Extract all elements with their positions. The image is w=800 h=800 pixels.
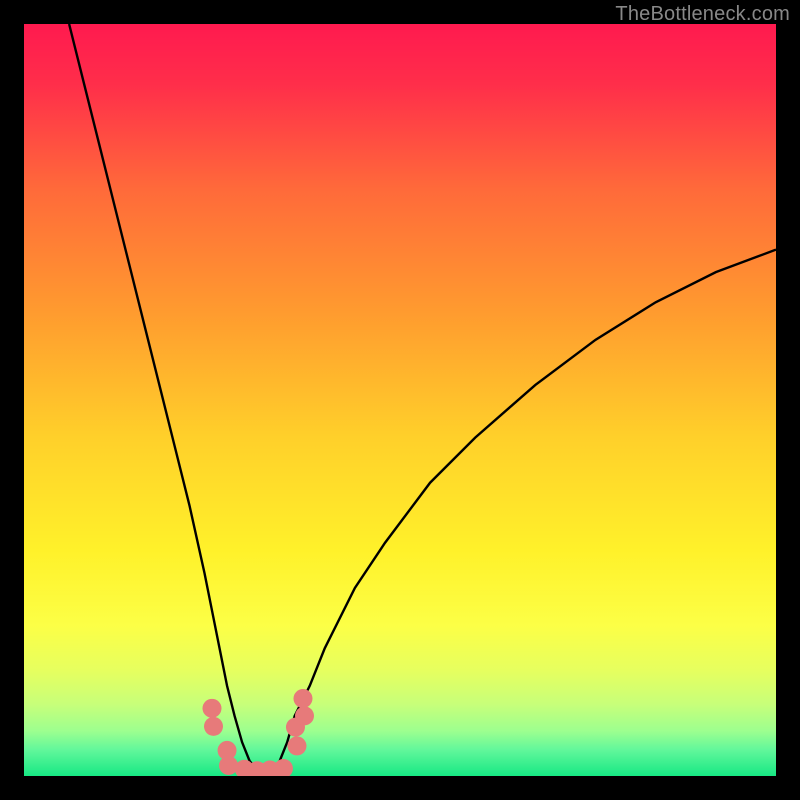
marker-dot <box>295 706 314 725</box>
marker-dot <box>204 717 223 736</box>
marker-dot <box>293 689 312 708</box>
chart-svg <box>24 24 776 776</box>
watermark-text: TheBottleneck.com <box>615 3 790 26</box>
chart-area <box>24 24 776 776</box>
gradient-background <box>24 24 776 776</box>
marker-dot <box>219 756 238 775</box>
marker-dot <box>203 699 222 718</box>
marker-dot <box>287 736 306 755</box>
